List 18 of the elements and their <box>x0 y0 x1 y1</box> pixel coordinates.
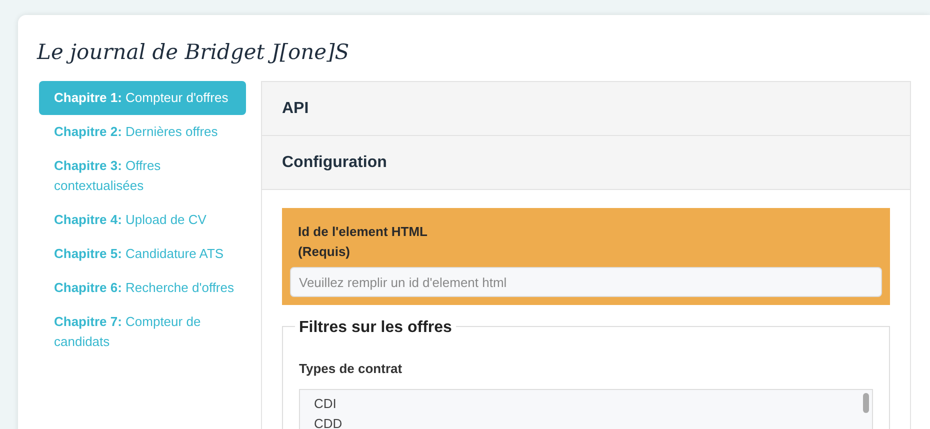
chapter-link[interactable]: Chapitre 4: Upload de CV <box>39 203 246 237</box>
panel-header[interactable]: API <box>262 82 910 136</box>
chapter-link[interactable]: Chapitre 5: Candidature ATS <box>39 237 246 271</box>
chapter-link[interactable]: Chapitre 6: Recherche d'offres <box>39 271 246 305</box>
panel-header[interactable]: Configuration <box>262 136 910 190</box>
list-option[interactable]: CDI <box>314 394 872 414</box>
chapter-link[interactable]: Chapitre 7: Compteur de candidats <box>39 305 246 359</box>
list-label: Types de contrat <box>299 360 404 378</box>
contract-type-listbox[interactable]: CDI CDD <box>299 388 873 429</box>
page-title: Le journal de Bridget J[one]S <box>37 39 350 66</box>
id-input-field[interactable]: Veuillez remplir un id d'element html <box>290 267 882 297</box>
chapter-link[interactable]: Chapitre 1: Compteur d'offres <box>39 81 246 115</box>
list-option[interactable]: CDD <box>314 414 872 429</box>
scrollbar[interactable] <box>863 392 869 412</box>
field-label: Id de l'element HTML <box>297 223 428 241</box>
required-note: (Requis) <box>297 243 351 261</box>
chapter-link[interactable]: Chapitre 3: Offres contextualisées <box>39 149 246 203</box>
chapter-link[interactable]: Chapitre 2: Dernières offres <box>39 115 246 149</box>
